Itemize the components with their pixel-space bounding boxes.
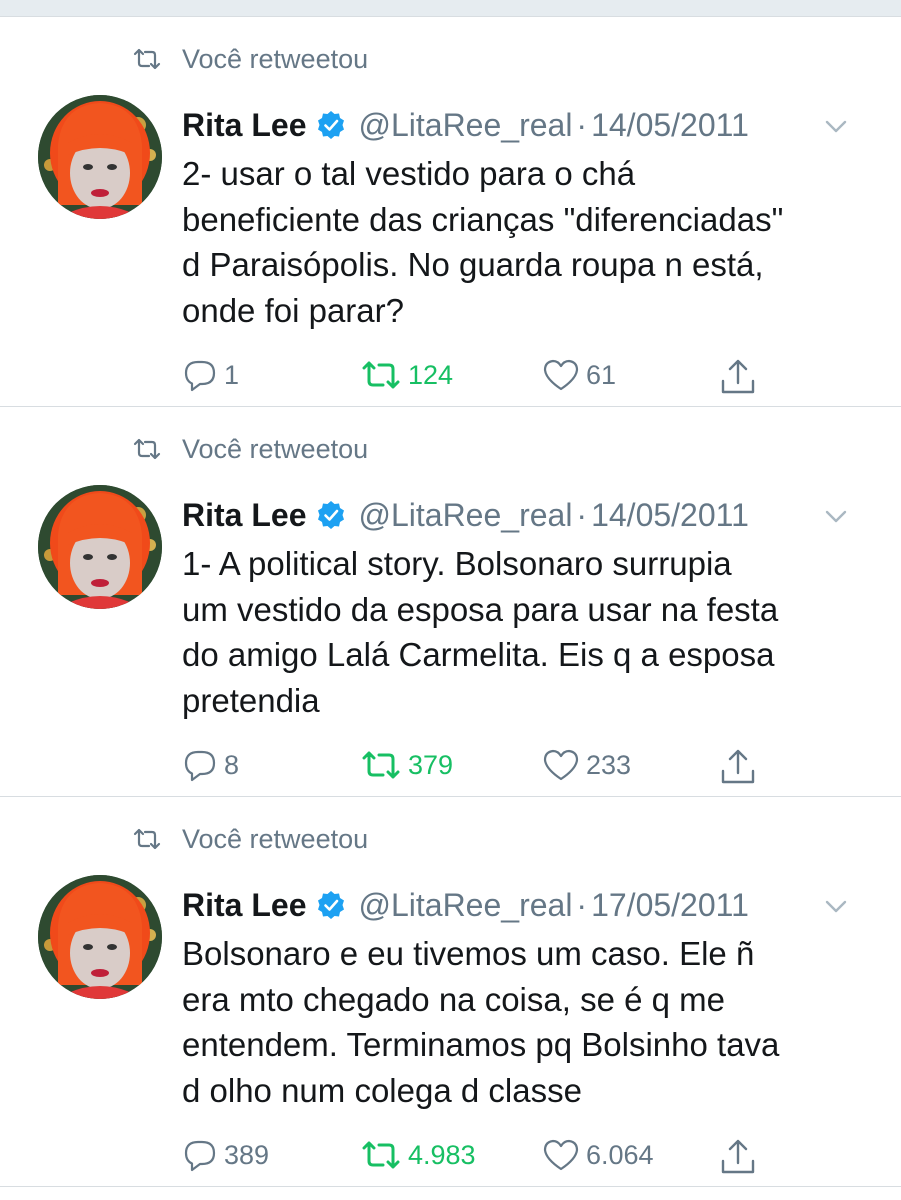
share-icon xyxy=(721,1139,755,1174)
tweet-text-line: era mto chegado na coisa, se é q me xyxy=(182,980,725,1018)
avatar[interactable] xyxy=(38,875,162,999)
author-name[interactable]: Rita Lee xyxy=(182,107,306,144)
like-button[interactable]: 6.064 xyxy=(542,1137,654,1173)
avatar[interactable] xyxy=(38,95,162,219)
tweet-text-line: Bolsonaro e eu tivemos um caso. Ele ñ xyxy=(182,935,755,972)
reply-button[interactable]: 8 xyxy=(182,747,239,783)
share-icon xyxy=(721,749,755,784)
tweet-text-line: d Paraisópolis. No guarda roupa n está, xyxy=(182,246,764,283)
tweet-text-line: pretendia xyxy=(182,681,320,719)
retweet-icon xyxy=(133,438,161,460)
tweet-text-line: do amigo Lalá Carmelita. Eis q a esposa xyxy=(182,636,775,673)
retweet-context: Você retweetou xyxy=(132,823,368,855)
heart-icon xyxy=(543,359,579,391)
reply-button[interactable]: 1 xyxy=(182,357,239,393)
author-handle[interactable]: @LitaRee_real xyxy=(358,887,572,924)
share-button[interactable] xyxy=(718,357,758,397)
tweet-actions: 1 124 61 xyxy=(182,357,901,401)
retweet-count: 124 xyxy=(408,359,454,390)
like-button[interactable]: 61 xyxy=(542,357,616,393)
tweet[interactable]: Você retweetou Rita Lee @LitaRee_real · … xyxy=(0,797,901,1187)
tweet-text-line: 2- usar o tal vestido para o chá xyxy=(182,155,636,192)
tweet[interactable]: Você retweetou Rita Lee @LitaRee_real · … xyxy=(0,17,901,407)
tweet-text-line: onde foi parar? xyxy=(182,291,404,329)
retweet-count: 4.983 xyxy=(408,1139,476,1170)
like-count: 6.064 xyxy=(586,1139,654,1170)
heart-icon xyxy=(543,1139,579,1171)
reply-count: 8 xyxy=(224,749,240,780)
retweet-context-label: Você retweetou xyxy=(182,823,369,854)
header-separator: · xyxy=(576,106,588,143)
retweet-icon xyxy=(362,751,400,779)
chevron-down-icon[interactable] xyxy=(821,111,851,141)
retweet-context-label: Você retweetou xyxy=(182,43,369,74)
tweet-text: 1- A political story. Bolsonaro surrupia… xyxy=(182,541,882,723)
retweet-button[interactable]: 124 xyxy=(360,357,453,393)
verified-badge-icon xyxy=(318,111,345,139)
like-count: 61 xyxy=(586,359,617,390)
tweet-text-line: um vestido da esposa para usar na festa xyxy=(182,590,779,628)
reply-button[interactable]: 389 xyxy=(182,1137,269,1173)
share-button[interactable] xyxy=(718,747,758,787)
tweet-date[interactable]: 14/05/2011 xyxy=(591,497,749,534)
header-separator: · xyxy=(576,886,588,923)
tweet-text-line: beneficiente das crianças "diferenciadas… xyxy=(182,200,784,238)
top-bar xyxy=(0,0,901,17)
header-separator: · xyxy=(576,496,588,533)
reply-count: 389 xyxy=(224,1139,270,1170)
retweet-count: 379 xyxy=(408,749,454,780)
author-handle[interactable]: @LitaRee_real xyxy=(358,107,572,144)
retweet-icon xyxy=(362,1141,400,1169)
tweet-text-line: d olho num colega d classe xyxy=(182,1071,582,1109)
retweet-icon xyxy=(133,48,161,70)
share-icon xyxy=(721,359,755,394)
tweet-header: Rita Lee @LitaRee_real · 14/05/2011 xyxy=(182,493,871,537)
retweet-button[interactable]: 379 xyxy=(360,747,453,783)
retweet-button[interactable]: 4.983 xyxy=(360,1137,476,1173)
tweet-text-line: entendem. Terminamos pq Bolsinho tava xyxy=(182,1026,780,1063)
retweet-context: Você retweetou xyxy=(132,43,368,75)
tweet-actions: 389 4.983 6.064 xyxy=(182,1137,901,1181)
chevron-down-icon[interactable] xyxy=(821,891,851,921)
like-button[interactable]: 233 xyxy=(542,747,631,783)
retweet-icon xyxy=(362,361,400,389)
reply-icon xyxy=(184,360,216,392)
tweet-header: Rita Lee @LitaRee_real · 17/05/2011 xyxy=(182,883,871,927)
reply-icon xyxy=(184,750,216,782)
like-count: 233 xyxy=(586,749,632,780)
tweet-date[interactable]: 14/05/2011 xyxy=(591,107,749,144)
reply-count: 1 xyxy=(224,359,240,390)
heart-icon xyxy=(543,749,579,781)
retweet-context: Você retweetou xyxy=(132,433,368,465)
verified-badge-icon xyxy=(318,891,345,919)
retweet-context-label: Você retweetou xyxy=(182,433,369,464)
tweet-text: 2- usar o tal vestido para o chá benefic… xyxy=(182,151,882,333)
retweet-icon xyxy=(133,828,161,850)
tweet-text-line: 1- A political story. Bolsonaro surrupia xyxy=(182,545,732,582)
reply-icon xyxy=(184,1140,216,1172)
chevron-down-icon[interactable] xyxy=(821,501,851,531)
avatar[interactable] xyxy=(38,485,162,609)
tweet-header: Rita Lee @LitaRee_real · 14/05/2011 xyxy=(182,103,871,147)
tweet[interactable]: Você retweetou Rita Lee @LitaRee_real · … xyxy=(0,407,901,797)
author-handle[interactable]: @LitaRee_real xyxy=(358,497,572,534)
author-name[interactable]: Rita Lee xyxy=(182,497,306,534)
verified-badge-icon xyxy=(318,501,345,529)
tweet-text: Bolsonaro e eu tivemos um caso. Ele ñ er… xyxy=(182,931,882,1113)
tweet-date[interactable]: 17/05/2011 xyxy=(591,887,749,924)
tweet-actions: 8 379 233 xyxy=(182,747,901,791)
author-name[interactable]: Rita Lee xyxy=(182,887,306,924)
share-button[interactable] xyxy=(718,1137,758,1177)
